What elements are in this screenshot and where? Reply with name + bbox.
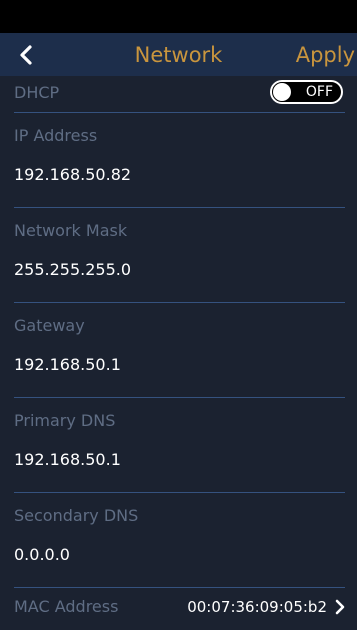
status-bar xyxy=(0,0,357,33)
field-value[interactable]: 192.168.50.82 xyxy=(14,164,131,186)
toggle-state-label: OFF xyxy=(305,84,333,100)
field-label: Primary DNS xyxy=(14,411,116,430)
mac-address-row[interactable]: MAC Address 00:07:36:09:05:b2 xyxy=(0,588,357,628)
dhcp-row: DHCP OFF xyxy=(0,76,357,112)
toggle-knob xyxy=(273,83,291,101)
apply-button[interactable]: Apply xyxy=(296,41,355,69)
field-label: Gateway xyxy=(14,316,85,335)
gateway-field[interactable]: Gateway 192.168.50.1 xyxy=(0,303,357,397)
settings-list: DHCP OFF IP Address 192.168.50.82 Networ… xyxy=(0,76,357,628)
mac-address-label: MAC Address xyxy=(14,597,119,616)
field-value[interactable]: 0.0.0.0 xyxy=(14,544,70,566)
dhcp-label: DHCP xyxy=(14,83,60,102)
dhcp-toggle[interactable]: OFF xyxy=(270,80,343,104)
network-mask-field[interactable]: Network Mask 255.255.255.0 xyxy=(0,208,357,302)
secondary-dns-field[interactable]: Secondary DNS 0.0.0.0 xyxy=(0,493,357,587)
field-value[interactable]: 255.255.255.0 xyxy=(14,259,131,281)
mac-address-value: 00:07:36:09:05:b2 xyxy=(187,598,327,616)
field-label: Secondary DNS xyxy=(14,506,139,525)
field-value[interactable]: 192.168.50.1 xyxy=(14,449,121,471)
chevron-right-icon xyxy=(333,599,347,615)
field-label: IP Address xyxy=(14,126,98,145)
field-value[interactable]: 192.168.50.1 xyxy=(14,354,121,376)
field-label: Network Mask xyxy=(14,221,128,240)
primary-dns-field[interactable]: Primary DNS 192.168.50.1 xyxy=(0,398,357,492)
header-bar: Network Apply xyxy=(0,33,357,76)
ip-address-field[interactable]: IP Address 192.168.50.82 xyxy=(0,113,357,207)
network-settings-screen: Network Apply DHCP OFF IP Address 192.16… xyxy=(0,0,357,630)
